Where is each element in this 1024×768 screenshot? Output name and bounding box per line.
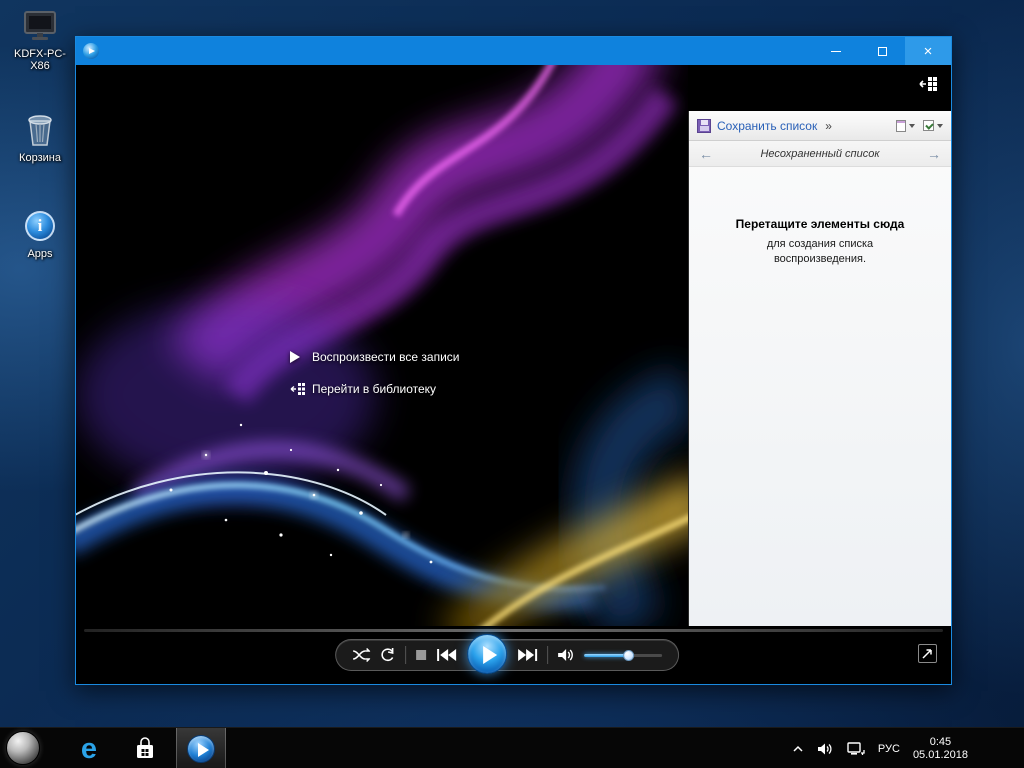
now-playing-menu: Воспроизвести все записи xyxy=(290,344,460,408)
playlist-title: Несохраненный список xyxy=(715,148,925,160)
go-to-library-button[interactable]: Перейти в библиотеку xyxy=(290,376,460,402)
drop-area-subtitle: для создания списка воспроизведения. xyxy=(735,237,905,267)
now-playing-visualization: Воспроизвести все записи xyxy=(76,65,688,626)
seek-bar[interactable] xyxy=(84,629,943,632)
stop-button[interactable] xyxy=(415,649,427,661)
save-list-more-chevron[interactable]: » xyxy=(825,119,832,133)
chevron-up-icon xyxy=(792,745,804,753)
play-icon xyxy=(290,351,312,363)
play-all-label: Воспроизвести все записи xyxy=(312,350,460,364)
desktop-icon-apps[interactable]: i Apps xyxy=(8,208,72,260)
play-all-button[interactable]: Воспроизвести все записи xyxy=(290,344,460,370)
desktop-icon-label: Apps xyxy=(8,248,72,260)
dropdown-arrow-icon xyxy=(937,124,943,128)
edge-icon: e xyxy=(81,733,97,766)
clock-date: 05.01.2018 xyxy=(913,749,968,762)
taskbar: e xyxy=(0,727,1024,768)
desktop-icon-label: KDFX-PC-X86 xyxy=(8,48,72,72)
store-bag-icon xyxy=(133,737,157,761)
volume-slider[interactable] xyxy=(584,646,662,664)
taskbar-clock[interactable]: 0:45 05.01.2018 xyxy=(913,736,968,762)
wmp-app-icon xyxy=(83,43,99,59)
tray-volume-button[interactable] xyxy=(817,742,834,756)
playlist-drop-area[interactable]: Перетащите элементы сюда для создания сп… xyxy=(689,167,951,267)
list-options-button[interactable] xyxy=(896,120,915,132)
checklist-icon xyxy=(923,120,934,131)
playlist-nav-row: ← Несохраненный список → xyxy=(689,141,951,167)
clock-time: 0:45 xyxy=(913,736,968,749)
fullscreen-button[interactable] xyxy=(918,644,937,663)
library-grid-arrow-icon xyxy=(919,75,941,93)
volume-thumb[interactable] xyxy=(623,650,634,661)
wmp-window: × xyxy=(75,36,952,685)
next-button[interactable] xyxy=(516,648,538,662)
playlist-check-options-button[interactable] xyxy=(923,120,943,131)
divider xyxy=(547,646,548,664)
divider xyxy=(405,646,406,664)
desktop-wallpaper: KDFX-PC-X86 Корзина i Apps xyxy=(0,0,1024,768)
switch-to-library-button[interactable] xyxy=(919,75,941,93)
window-body: Воспроизвести все записи xyxy=(76,65,951,684)
repeat-button[interactable] xyxy=(379,647,396,663)
list-options-icon xyxy=(896,120,906,132)
playlist-pane: Сохранить список » ← xyxy=(688,111,951,626)
edge-browser-button[interactable]: e xyxy=(70,729,108,768)
system-tray: РУС 0:45 05.01.2018 xyxy=(792,728,968,768)
previous-list-arrow[interactable]: ← xyxy=(697,146,715,162)
wmp-icon xyxy=(187,735,215,763)
previous-button[interactable] xyxy=(436,648,458,662)
info-icon: i xyxy=(8,208,72,244)
titlebar[interactable]: × xyxy=(76,37,951,65)
go-to-library-label: Перейти в библиотеку xyxy=(312,382,436,396)
save-list-button[interactable]: Сохранить список xyxy=(717,119,817,133)
next-list-arrow[interactable]: → xyxy=(925,146,943,162)
dropdown-arrow-icon xyxy=(909,124,915,128)
playback-controls-bar xyxy=(76,626,951,684)
speaker-icon xyxy=(817,742,834,756)
play-button[interactable] xyxy=(467,634,507,674)
playlist-toolbar: Сохранить список » xyxy=(689,111,951,141)
fullscreen-arrow-icon xyxy=(921,647,934,660)
library-grid-icon xyxy=(290,382,312,396)
network-icon xyxy=(847,742,865,756)
language-indicator[interactable]: РУС xyxy=(878,743,900,755)
save-icon xyxy=(697,119,711,133)
desktop-icon-label: Корзина xyxy=(8,152,72,164)
tray-network-button[interactable] xyxy=(847,742,865,756)
tray-expand-button[interactable] xyxy=(792,745,804,753)
screen: KDFX-PC-X86 Корзина i Apps xyxy=(0,0,1024,768)
transport-controls xyxy=(335,639,679,671)
store-button[interactable] xyxy=(126,728,164,768)
close-button[interactable]: × xyxy=(905,37,951,65)
volume-fill xyxy=(584,654,628,657)
minimize-button[interactable] xyxy=(813,37,859,65)
desktop-icon-computer[interactable]: KDFX-PC-X86 xyxy=(8,8,72,72)
wmp-taskbar-button[interactable] xyxy=(176,728,226,768)
desktop-icon-recycle-bin[interactable]: Корзина xyxy=(8,112,72,164)
start-button[interactable] xyxy=(6,731,40,765)
mute-button[interactable] xyxy=(557,647,575,663)
shuffle-button[interactable] xyxy=(352,647,370,663)
recycle-bin-icon xyxy=(8,112,72,148)
maximize-button[interactable] xyxy=(859,37,905,65)
drop-area-title: Перетащите элементы сюда xyxy=(689,217,951,231)
computer-icon xyxy=(8,8,72,44)
